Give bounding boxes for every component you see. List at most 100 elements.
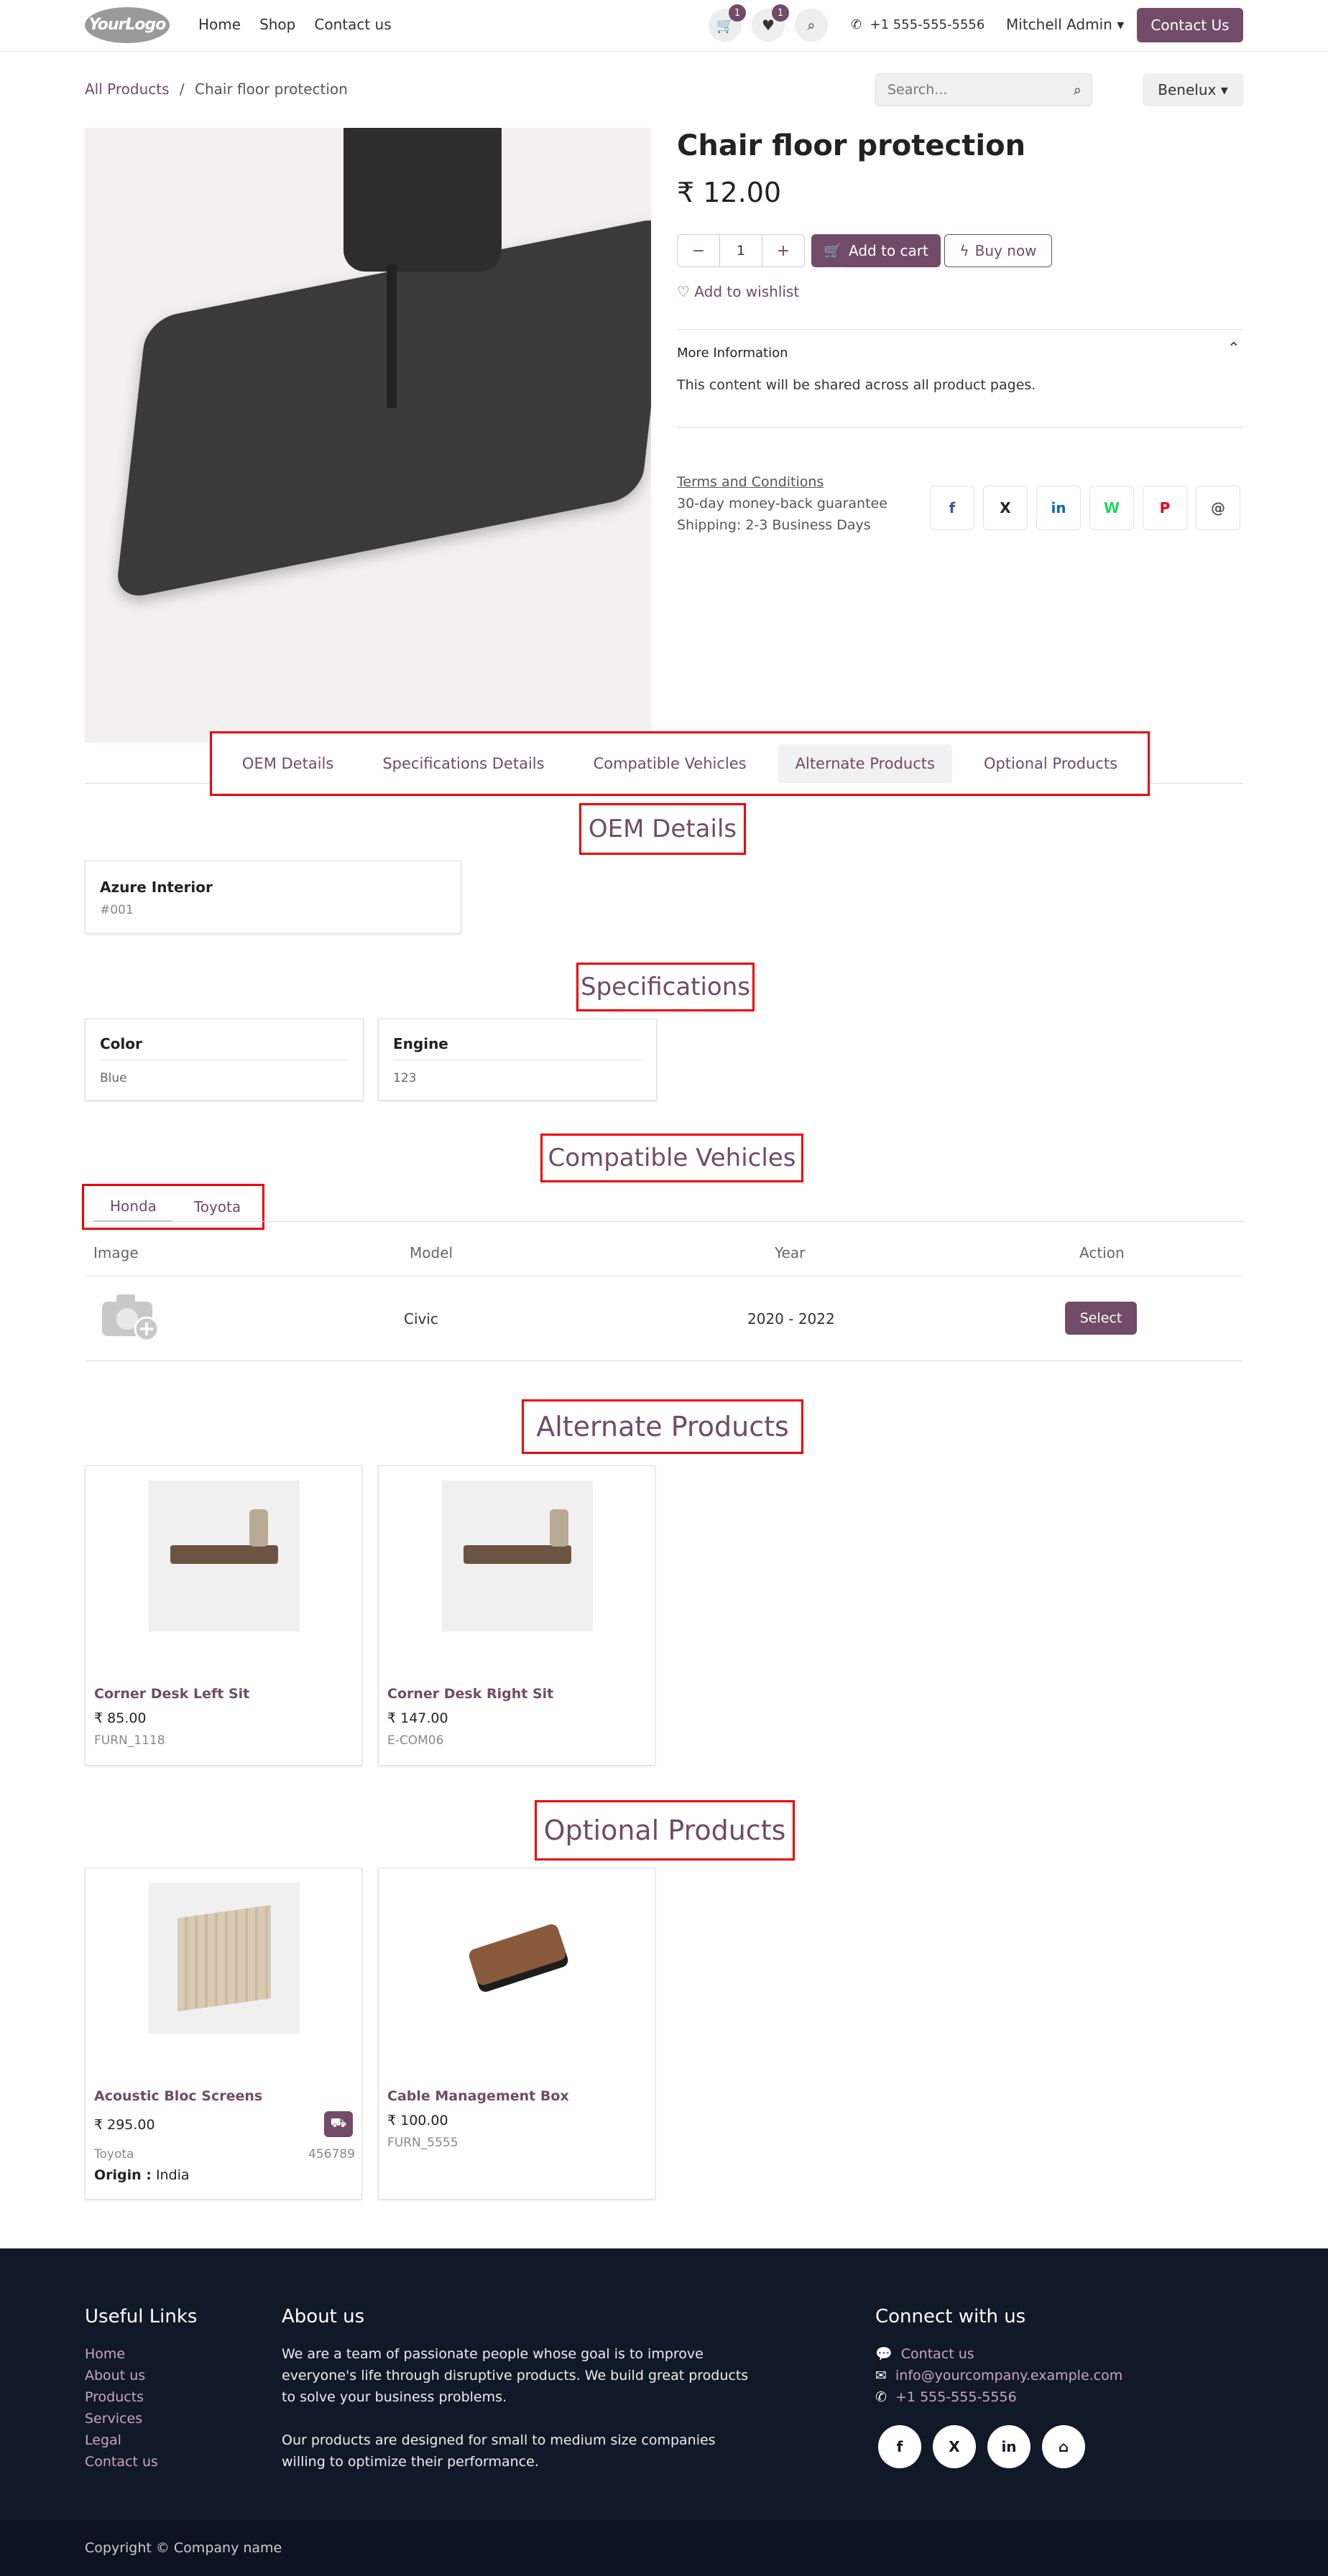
search-icon[interactable]: ⌕ <box>1074 81 1082 98</box>
vehicle-tabs-divider <box>85 1221 1243 1222</box>
product-thumbnail[interactable] <box>442 1481 593 1631</box>
footer-link-services[interactable]: Services <box>85 2408 158 2429</box>
plus-icon[interactable]: + <box>762 235 804 267</box>
brand-tab-honda[interactable]: Honda <box>94 1192 172 1222</box>
site-footer: Useful Links Home About us Products Serv… <box>0 2248 1328 2520</box>
add-to-cart-button[interactable]: 🛒 Add to cart <box>811 234 941 267</box>
footer-email-address: info@yourcompany.example.com <box>895 2368 1123 2383</box>
about-paragraph: Our products are designed for small to m… <box>282 2432 716 2470</box>
wishlist-button[interactable]: ♥ 1 <box>752 4 789 42</box>
site-logo[interactable]: YourLogo <box>85 7 170 43</box>
search-toggle-button[interactable]: ⌕ <box>795 9 828 42</box>
tab-optional-products[interactable]: Optional Products <box>967 744 1135 783</box>
product-image[interactable] <box>85 128 651 743</box>
product-price: ₹ 147.00 <box>387 1710 448 1726</box>
floor-mat-shape <box>115 215 651 601</box>
footer-link-products[interactable]: Products <box>85 2386 158 2408</box>
linkedin-icon[interactable]: in <box>987 2425 1030 2468</box>
product-ref: FURN_5555 <box>387 2136 458 2150</box>
guarantee-text: 30-day money-back guarantee <box>677 496 887 511</box>
more-information-accordion[interactable]: More Information ⌃ This content will be … <box>677 329 1243 428</box>
buy-now-button[interactable]: ϟ Buy now <box>944 234 1052 267</box>
useful-links-title: Useful Links <box>85 2306 198 2327</box>
product-thumbnail[interactable] <box>442 1883 593 2034</box>
tab-alternate-products[interactable]: Alternate Products <box>778 744 952 783</box>
breadcrumb-all-products[interactable]: All Products <box>85 80 170 98</box>
col-action: Action <box>1079 1244 1125 1261</box>
tab-compatible-vehicles[interactable]: Compatible Vehicles <box>576 744 764 783</box>
caret-down-icon: ▾ <box>1117 16 1125 33</box>
footer-link-legal[interactable]: Legal <box>85 2429 158 2451</box>
site-header: YourLogo Home Shop Contact us 🛒 1 ♥ 1 ⌕ … <box>0 0 1328 52</box>
optional-product-card[interactable]: Acoustic Bloc Screens ₹ 295.00 ⛟ Toyota … <box>85 1868 362 2200</box>
nav-home[interactable]: Home <box>198 16 241 33</box>
connect-list: 💬 Contact us ✉ info@yourcompany.example.… <box>875 2343 1122 2408</box>
footer-email[interactable]: ✉ info@yourcompany.example.com <box>875 2365 1122 2386</box>
brand-tab-toyota[interactable]: Toyota <box>178 1192 257 1221</box>
footer-link-about[interactable]: About us <box>85 2365 158 2386</box>
header-phone[interactable]: ✆ +1 555-555-5556 <box>851 17 985 32</box>
optional-products-title: Optional Products <box>535 1800 795 1861</box>
product-brand: Toyota <box>94 2147 134 2162</box>
spec-card-engine: Engine 123 <box>378 1019 657 1101</box>
product-thumbnail[interactable] <box>149 1883 300 2034</box>
home-icon[interactable]: ⌂ <box>1042 2425 1085 2468</box>
product-origin: Origin : India <box>94 2167 190 2183</box>
alternate-product-card[interactable]: Corner Desk Right Sit ₹ 147.00 E-COM06 <box>378 1465 655 1766</box>
select-vehicle-button[interactable]: Select <box>1065 1302 1137 1335</box>
whatsapp-icon[interactable]: W <box>1089 486 1134 530</box>
nav-shop[interactable]: Shop <box>259 16 295 33</box>
contact-us-button[interactable]: Contact Us <box>1137 8 1243 42</box>
product-price: ₹ 100.00 <box>387 2113 448 2128</box>
pricelist-dropdown[interactable]: Benelux ▾ <box>1143 73 1243 106</box>
facebook-icon[interactable]: f <box>878 2425 921 2468</box>
product-name[interactable]: Corner Desk Right Sit <box>387 1686 553 1702</box>
terms-link[interactable]: Terms and Conditions <box>677 471 887 493</box>
oem-section-title: OEM Details <box>579 803 746 855</box>
search-input[interactable] <box>876 74 1056 106</box>
tab-oem-details[interactable]: OEM Details <box>225 744 351 783</box>
footer-social: f X in ⌂ <box>878 2425 1085 2468</box>
footer-link-contact[interactable]: Contact us <box>85 2451 158 2473</box>
useful-links: Home About us Products Services Legal Co… <box>85 2343 158 2473</box>
email-icon[interactable]: @ <box>1196 486 1240 530</box>
x-twitter-icon[interactable]: X <box>933 2425 976 2468</box>
vehicle-compat-icon[interactable]: ⛟ <box>324 2111 353 2137</box>
product-thumbnail[interactable] <box>149 1481 300 1631</box>
origin-value: India <box>155 2167 190 2183</box>
optional-product-card[interactable]: Cable Management Box ₹ 100.00 FURN_5555 <box>378 1868 655 2200</box>
footer-phone[interactable]: ✆ +1 555-555-5556 <box>875 2386 1122 2408</box>
footer-contact[interactable]: 💬 Contact us <box>875 2343 1122 2365</box>
footer-link-home[interactable]: Home <box>85 2343 158 2365</box>
breadcrumb-separator: / <box>179 80 185 98</box>
copyright-text: Copyright © Company name <box>85 2540 282 2556</box>
alternate-product-card[interactable]: Corner Desk Left Sit ₹ 85.00 FURN_1118 <box>85 1465 362 1766</box>
tab-specifications[interactable]: Specifications Details <box>365 744 561 783</box>
chair-shape <box>249 1509 268 1547</box>
wishlist-label: Add to wishlist <box>694 283 800 300</box>
product-ref: E-COM06 <box>387 1733 444 1748</box>
pinterest-icon[interactable]: P <box>1143 486 1187 530</box>
phone-icon: ✆ <box>851 17 862 32</box>
minus-icon[interactable]: − <box>678 235 719 267</box>
product-name[interactable]: Corner Desk Left Sit <box>94 1686 249 1702</box>
add-to-wishlist-link[interactable]: ♡ Add to wishlist <box>677 283 799 300</box>
about-title: About us <box>282 2306 365 2327</box>
chevron-up-icon[interactable]: ⌃ <box>1227 340 1240 358</box>
facebook-icon[interactable]: f <box>930 486 974 530</box>
cart-count-badge: 1 <box>729 4 746 22</box>
cart-button[interactable]: 🛒 1 <box>709 4 746 42</box>
header-phone-number: +1 555-555-5556 <box>870 17 985 32</box>
user-name: Mitchell Admin <box>1006 16 1112 33</box>
copyright-bar: Copyright © Company name <box>0 2520 1328 2576</box>
product-tabs: OEM Details Specifications Details Compa… <box>210 731 1150 796</box>
x-twitter-icon[interactable]: X <box>983 486 1028 530</box>
product-name[interactable]: Cable Management Box <box>387 2088 569 2104</box>
origin-label: Origin : <box>94 2167 152 2183</box>
linkedin-icon[interactable]: in <box>1036 486 1081 530</box>
envelope-icon: ✉ <box>875 2368 887 2383</box>
user-menu[interactable]: Mitchell Admin ▾ <box>1006 16 1124 33</box>
quantity-input[interactable]: 1 <box>719 235 762 267</box>
nav-contact[interactable]: Contact us <box>314 16 391 33</box>
product-name[interactable]: Acoustic Bloc Screens <box>94 2088 262 2104</box>
